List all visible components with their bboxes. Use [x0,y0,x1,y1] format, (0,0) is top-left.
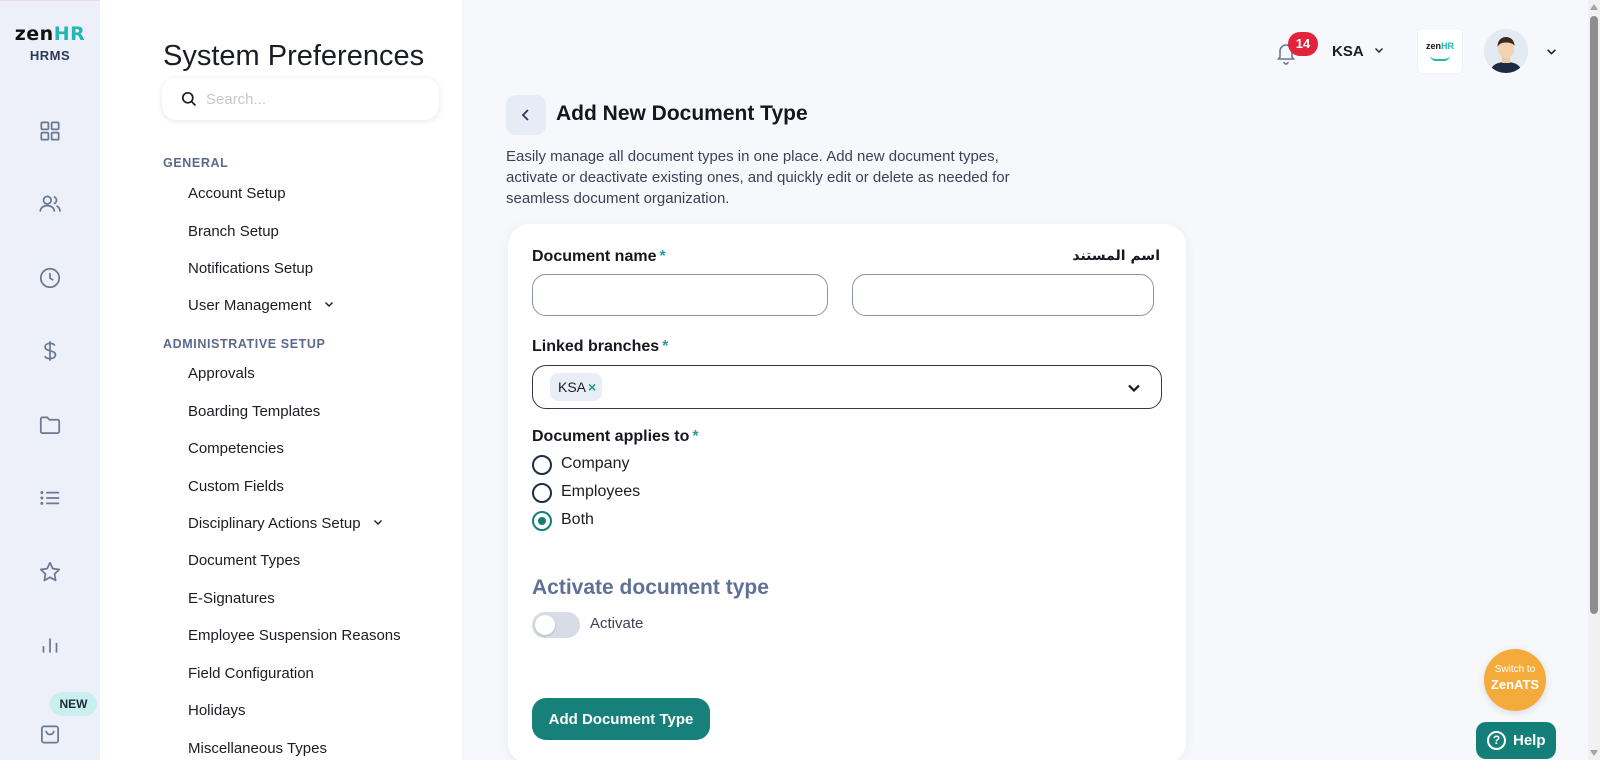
linked-branches-select[interactable]: KSA × [532,365,1162,409]
back-button[interactable] [506,95,546,135]
menu-item-custom-fields[interactable]: Custom Fields [188,478,284,495]
search-box[interactable] [162,78,439,120]
switch-line1: Switch to [1494,664,1536,675]
radio-both[interactable]: Both [532,510,672,532]
bag-icon[interactable] [37,721,63,747]
help-circle-icon: ? [1487,731,1506,750]
list-icon[interactable] [37,485,63,511]
switch-line2: ZenATS [1490,677,1540,692]
menu-item-user-management[interactable]: User Management [188,297,334,314]
menu-item-label: Disciplinary Actions Setup [188,515,361,532]
switch-to-zenats-button[interactable]: Switch to ZenATS [1484,649,1546,711]
help-label: Help [1513,732,1546,749]
applies-to-label: Document applies to * [532,428,699,445]
chip-remove-button[interactable]: × [588,379,596,395]
menu-item-disciplinary-actions-setup[interactable]: Disciplinary Actions Setup [188,515,383,532]
scroll-down-arrow-icon[interactable] [1590,750,1598,756]
star-icon[interactable] [37,559,63,585]
menu-item-employee-suspension-reasons[interactable]: Employee Suspension Reasons [188,627,401,644]
activate-toggle-label: Activate [590,615,644,632]
brand[interactable]: zenHR HRMS [0,23,100,63]
required-mark: * [692,428,699,445]
radio-label: Employees [561,483,641,500]
clock-icon[interactable] [37,265,63,291]
help-button[interactable]: ? Help [1476,722,1556,759]
add-document-type-button[interactable]: Add Document Type [532,698,710,740]
logo-swoosh [1430,55,1450,61]
chevron-down-icon [1128,384,1140,393]
new-badge: NEW [50,692,97,716]
required-mark: * [662,338,669,355]
search-icon [181,91,197,107]
section-label-general: GENERAL [163,156,229,170]
arabic-name-input[interactable] [852,274,1154,316]
brand-subtitle: HRMS [29,48,71,63]
required-mark: * [659,248,666,265]
radio-label: Both [561,511,594,528]
toggle-knob [535,615,555,635]
radio-company[interactable]: Company [532,454,672,476]
scroll-up-arrow-icon[interactable] [1590,4,1598,10]
chevron-down-icon[interactable] [1546,46,1557,57]
scroll-thumb[interactable] [1590,16,1598,614]
user-avatar-icon [1484,29,1528,73]
page-description: Easily manage all document types in one … [506,148,1010,207]
menu-item-miscellaneous-types[interactable]: Miscellaneous Types [188,740,327,757]
menu-item-holidays[interactable]: Holidays [188,702,246,719]
company-logo[interactable]: zenHR [1418,29,1462,73]
radio-employees[interactable]: Employees [532,482,672,504]
radio-circle [532,483,552,503]
radio-circle-selected [532,511,552,531]
chevron-down-icon [1374,48,1383,53]
country-label: KSA [1332,43,1364,60]
menu-item-competencies[interactable]: Competencies [188,440,284,457]
document-type-form: Document name * اسم المستند Linked branch… [508,224,1186,760]
search-input[interactable] [206,86,426,112]
chevron-left-icon [521,109,529,121]
arabic-name-label: اسم المستند [1072,248,1160,264]
chevron-down-icon [324,302,333,307]
dashboard-icon[interactable] [37,118,63,144]
document-name-label: Document name * [532,248,666,265]
radio-circle [532,455,552,475]
menu-item-branch-setup[interactable]: Branch Setup [188,223,279,240]
chevron-down-icon [373,520,382,525]
section-label-administrative-setup: ADMINISTRATIVE SETUP [163,337,326,351]
activate-toggle[interactable] [532,612,580,638]
people-icon[interactable] [37,191,63,217]
page-title: Add New Document Type [556,102,808,125]
settings-menu: System Preferences GENERAL Account Setup… [100,0,462,760]
activate-section-title: Activate document type [532,576,769,599]
menu-item-notifications-setup[interactable]: Notifications Setup [188,260,313,277]
country-selector[interactable]: KSA [1332,43,1384,60]
menu-title: System Preferences [163,40,425,72]
menu-item-label: User Management [188,297,312,314]
radio-label: Company [561,455,630,472]
page-scrollbar[interactable] [1588,0,1600,760]
company-logo-text: zenHR [1425,41,1454,51]
menu-item-field-configuration[interactable]: Field Configuration [188,665,314,682]
branch-chip-label: KSA [558,379,587,395]
icon-rail: zenHR HRMS NEW [0,0,100,760]
branch-chip: KSA × [550,373,603,401]
menu-item-approvals[interactable]: Approvals [188,365,255,382]
menu-item-e-signatures[interactable]: E-Signatures [188,590,275,607]
menu-item-boarding-templates[interactable]: Boarding Templates [188,403,320,420]
linked-branches-label: Linked branches * [532,338,669,355]
menu-item-document-types[interactable]: Document Types [188,552,300,569]
chart-icon[interactable] [37,632,63,658]
menu-item-account-setup[interactable]: Account Setup [188,185,286,202]
zenhr-logo: zenHR [14,23,86,45]
notification-count-badge[interactable]: 14 [1288,32,1318,56]
dollar-icon[interactable] [37,338,63,364]
folder-icon[interactable] [37,412,63,438]
avatar[interactable] [1484,29,1528,73]
document-name-input[interactable] [532,274,828,316]
